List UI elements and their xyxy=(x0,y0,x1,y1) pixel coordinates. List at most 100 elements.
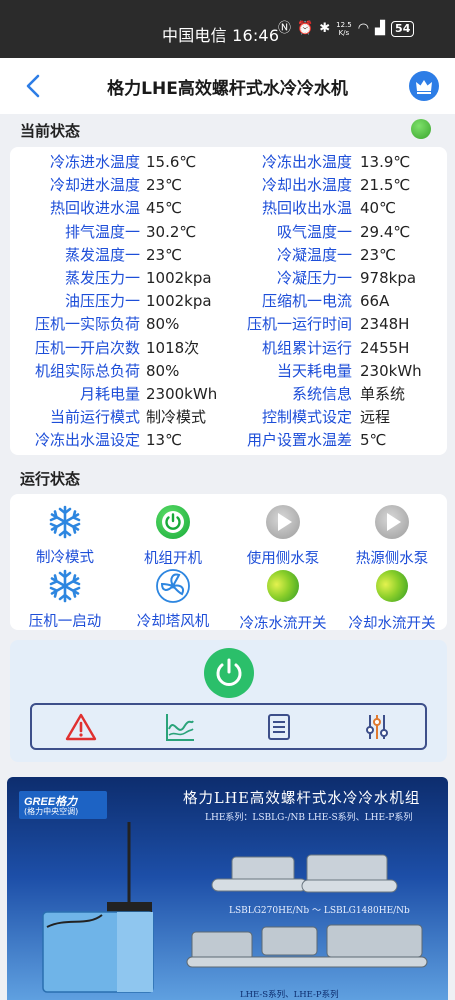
chevron-left-icon xyxy=(26,74,40,98)
power-icon xyxy=(216,658,242,686)
parameter-value: 1018次 xyxy=(146,338,200,357)
parameter-label: 吸气温度一 xyxy=(276,222,352,241)
run-item-user-side-pump: 使用侧水泵 xyxy=(228,504,338,568)
parameter-value: 23℃ xyxy=(360,245,396,264)
parameter-label: 热回收进水温 xyxy=(49,199,140,218)
parameter-label: 油压压力一 xyxy=(64,292,140,311)
parameter-row: 当前运行模式 制冷模式 控制模式设定 远程 xyxy=(10,406,447,429)
parameter-value: 单系统 xyxy=(360,385,406,403)
parameter-row: 机组实际总负荷 80% 当天耗电量 230kWh xyxy=(10,360,447,383)
flow-switch-on-icon xyxy=(267,570,299,602)
control-panel xyxy=(10,640,447,762)
parameter-label: 排气温度一 xyxy=(64,222,140,241)
online-status-indicator xyxy=(411,119,431,139)
page-title: 格力LHE高效螺杆式水冷冷水机 xyxy=(107,79,348,99)
parameter-label: 月耗电量 xyxy=(79,385,140,403)
current-status-heading: 当前状态 xyxy=(20,122,81,140)
parameter-value: 远程 xyxy=(360,408,391,427)
parameter-value: 80% xyxy=(146,315,180,334)
run-item-cooling-tower-fan: 冷却塔风机 xyxy=(118,568,228,631)
parameter-value: 2455H xyxy=(360,338,410,357)
run-item-cooling-mode: 制冷模式 xyxy=(10,504,120,567)
carrier-time: 中国电信 16:46 xyxy=(162,26,280,45)
parameter-value: 23℃ xyxy=(146,245,182,264)
status-icons: Ⓝ ⏰ ✱ 12.5 K/s ◠ ▟ 54 xyxy=(278,20,415,38)
parameter-value: 13℃ xyxy=(146,431,182,450)
run-item-source-side-pump: 热源侧水泵 xyxy=(337,504,447,568)
chart-button[interactable] xyxy=(164,711,196,743)
power-button[interactable] xyxy=(204,648,254,698)
run-item-label: 冷冻水流开关 xyxy=(239,616,327,632)
alarm-button[interactable] xyxy=(65,711,97,743)
run-item-compressor-start: 压机一启动 xyxy=(10,568,120,631)
run-item-label: 压机一启动 xyxy=(28,614,102,630)
run-item-chilled-water-flow-switch: 冷冻水流开关 xyxy=(228,568,338,633)
alarm-clock-icon: ⏰ xyxy=(297,21,314,36)
parameter-row: 热回收进水温 45℃ 热回收出水温 40℃ xyxy=(10,197,447,220)
tool-bar xyxy=(30,703,427,750)
parameter-label: 冷冻出水温设定 xyxy=(34,431,140,450)
settings-button[interactable] xyxy=(361,711,393,743)
parameter-value: 29.4℃ xyxy=(360,222,411,241)
parameter-label: 系统信息 xyxy=(291,385,352,403)
parameter-value: 66A xyxy=(360,292,390,311)
parameter-label: 压机一实际负荷 xyxy=(34,315,140,334)
parameter-label: 当前运行模式 xyxy=(49,408,140,427)
parameter-label: 压机一运行时间 xyxy=(246,315,352,334)
parameter-label: 冷冻进水温度 xyxy=(49,153,140,171)
product-banner: GREE格力 (格力中央空调) 格力LHE高效螺杆式水冷冷水机组 LHE系列：L… xyxy=(7,777,448,1000)
parameter-row: 蒸发压力一 1002kpa 冷凝压力一 978kpa xyxy=(10,267,447,290)
parameter-label: 当天耗电量 xyxy=(276,361,352,380)
parameter-value: 13.9℃ xyxy=(360,153,411,171)
parameter-label: 压机一开启次数 xyxy=(34,338,140,357)
parameter-value: 978kpa xyxy=(360,269,417,287)
parameter-row: 蒸发温度一 23℃ 冷凝温度一 23℃ xyxy=(10,244,447,267)
document-icon xyxy=(268,714,290,740)
wifi-icon: ◠ xyxy=(357,21,370,36)
battery-icon: 54 xyxy=(391,21,415,37)
parameter-value: 230kWh xyxy=(360,361,422,380)
run-status-heading: 运行状态 xyxy=(20,470,81,488)
run-item-label: 制冷模式 xyxy=(36,550,94,566)
crown-icon xyxy=(416,80,432,94)
app-header: 格力LHE高效螺杆式水冷冷水机 xyxy=(0,58,455,114)
parameter-label: 控制模式设定 xyxy=(261,408,352,427)
parameter-label: 冷凝压力一 xyxy=(276,269,352,287)
parameter-value: 15.6℃ xyxy=(146,153,197,171)
parameter-row: 月耗电量 2300kWh 系统信息 单系统 xyxy=(10,383,447,406)
power-on-icon xyxy=(156,505,190,539)
parameter-label: 冷冻出水温度 xyxy=(261,153,352,171)
parameter-row: 压机一开启次数 1018次 机组累计运行 2455H xyxy=(10,337,447,360)
parameter-label: 冷凝温度一 xyxy=(276,245,352,264)
net-speed: 12.5 K/s xyxy=(336,21,352,37)
document-button[interactable] xyxy=(263,711,295,743)
flow-switch-on-icon xyxy=(376,570,408,602)
net-speed-unit: K/s xyxy=(338,29,350,37)
back-button[interactable] xyxy=(22,71,46,101)
parameter-label: 热回收出水温 xyxy=(261,199,352,218)
pump-off-icon xyxy=(375,505,409,539)
parameter-row: 冷冻出水温设定 13℃ 用户设置水温差 5℃ xyxy=(10,429,447,452)
crown-button[interactable] xyxy=(409,71,439,101)
parameter-value: 制冷模式 xyxy=(146,408,207,427)
parameter-label: 冷却出水温度 xyxy=(261,176,352,195)
status-bar: 中国电信 16:46 Ⓝ ⏰ ✱ 12.5 K/s ◠ ▟ 54 xyxy=(0,0,455,58)
parameter-value: 1002kpa xyxy=(146,269,212,287)
alarm-icon xyxy=(65,713,97,741)
parameter-value: 30.2℃ xyxy=(146,222,197,241)
net-speed-value: 12.5 xyxy=(336,21,352,29)
parameter-value: 40℃ xyxy=(360,199,396,218)
snowflake-icon xyxy=(49,569,81,603)
run-item-label: 热源侧水泵 xyxy=(355,551,429,567)
fan-icon xyxy=(156,569,190,603)
parameter-value: 5℃ xyxy=(360,431,387,450)
parameter-label: 压缩机一电流 xyxy=(261,292,352,311)
run-item-label: 使用侧水泵 xyxy=(246,551,320,567)
parameter-row: 压机一实际负荷 80% 压机一运行时间 2348H xyxy=(10,313,447,336)
parameter-value: 21.5℃ xyxy=(360,176,411,195)
parameter-value: 1002kpa xyxy=(146,292,212,311)
parameter-label: 蒸发温度一 xyxy=(64,245,140,264)
nfc-icon: Ⓝ xyxy=(278,21,292,36)
parameter-row: 排气温度一 30.2℃ 吸气温度一 29.4℃ xyxy=(10,221,447,244)
parameter-value: 45℃ xyxy=(146,199,182,218)
